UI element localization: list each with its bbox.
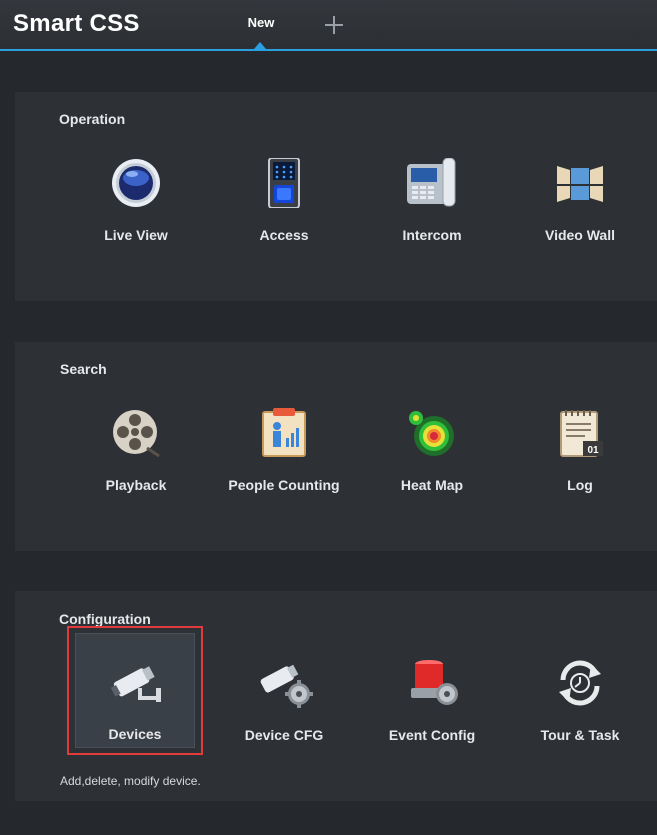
selection-frame (67, 626, 203, 755)
tile-label: People Counting (228, 477, 340, 493)
tile-label: Event Config (388, 727, 476, 743)
tile-label: Device CFG (244, 727, 324, 743)
access-icon (259, 157, 309, 209)
tile-heat-map[interactable]: Heat Map (366, 394, 498, 510)
tile-event-config[interactable]: Event Config (366, 644, 498, 760)
tile-log[interactable]: 01 Log (514, 394, 646, 510)
tour-task-icon (555, 658, 605, 708)
tile-label: Playback (105, 477, 167, 493)
tile-label: Access (259, 227, 309, 243)
tile-label: Video Wall (544, 227, 615, 243)
device-cfg-icon (259, 658, 313, 708)
plus-icon[interactable] (322, 13, 346, 37)
intercom-icon (407, 157, 457, 208)
section-title-operation: Operation (59, 111, 126, 127)
heat-map-icon (407, 408, 457, 458)
tile-device-cfg[interactable]: Device CFG (218, 644, 350, 760)
tile-label: Tour & Task (540, 727, 620, 743)
hint-text: Add,delete, modify device. (60, 774, 201, 788)
playback-icon (111, 408, 161, 458)
tile-live-view[interactable]: Live View (70, 144, 202, 260)
section-title-search: Search (60, 361, 107, 377)
tile-intercom[interactable]: Intercom (366, 144, 498, 260)
active-tab-indicator (254, 42, 266, 49)
tile-label: Intercom (402, 227, 462, 243)
event-config-icon (407, 658, 458, 708)
top-bar: Smart CSS New (0, 0, 657, 51)
section-title-configuration: Configuration (59, 611, 151, 627)
tile-people-counting[interactable]: People Counting (218, 394, 350, 510)
tile-label: Log (567, 477, 593, 493)
tile-label: Live View (104, 227, 168, 243)
video-wall-icon (555, 158, 605, 208)
tile-playback[interactable]: Playback (70, 394, 202, 510)
app-title: Smart CSS (13, 10, 140, 37)
people-counting-icon (259, 408, 309, 458)
live-view-icon (111, 158, 161, 208)
tile-access[interactable]: Access (218, 144, 350, 260)
tile-video-wall[interactable]: Video Wall (514, 144, 646, 260)
tile-tour-task[interactable]: Tour & Task (514, 644, 646, 760)
log-icon-text: 01 (587, 445, 599, 456)
tile-label: Heat Map (400, 477, 464, 493)
log-icon: 01 (555, 408, 605, 458)
